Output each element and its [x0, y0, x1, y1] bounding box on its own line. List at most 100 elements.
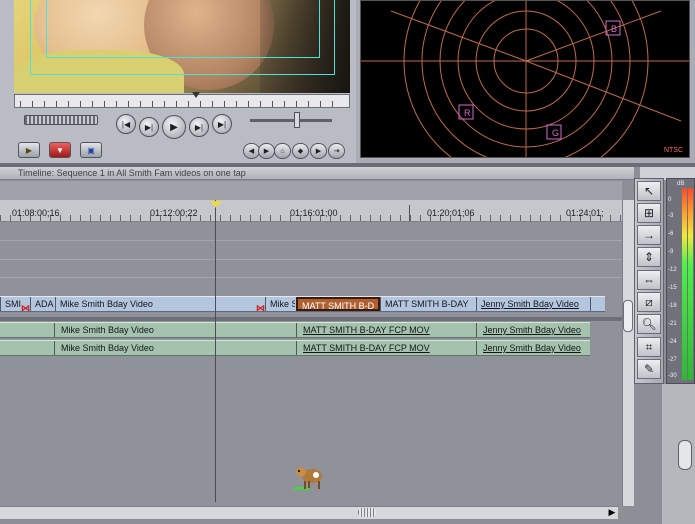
track-divider: [0, 277, 622, 278]
clip-label: MATT SMITH B-DAY FCP MOV: [303, 343, 430, 353]
clip-label: Jenny Smith Bday Video: [481, 299, 579, 309]
clip-label: Mike Smith Bday Video: [61, 343, 154, 353]
selection-tool[interactable]: ↖: [637, 181, 661, 201]
track-select-tool[interactable]: ⊞: [637, 203, 661, 223]
timeline-horizontal-scrollbar[interactable]: [0, 506, 618, 519]
scope-target-b: B: [611, 24, 617, 34]
audio-clip[interactable]: MATT SMITH B-DAY FCP MOV: [296, 341, 476, 355]
horizontal-scroll-thumb[interactable]: [358, 508, 376, 517]
insert-icon: ⇥: [333, 148, 340, 155]
mark-clip-button[interactable]: ▶: [18, 142, 40, 158]
track-forward-icon: →: [643, 228, 655, 242]
timecode-4: 01:20:01;06: [427, 208, 475, 218]
video-clip[interactable]: SMI: [0, 297, 22, 311]
overlay-button[interactable]: ▣: [80, 142, 102, 158]
play-in-out-button[interactable]: ▶|: [139, 117, 159, 137]
video-clip[interactable]: MATT SMITH B-DAY: [380, 297, 476, 311]
timeline-playhead[interactable]: [210, 201, 222, 208]
slip-icon: ⇔: [643, 273, 655, 287]
pen-icon: ✎: [643, 362, 655, 376]
play-in-out-icon: ▶|: [144, 122, 154, 132]
ripple-edit-tool[interactable]: ⇕: [637, 247, 661, 267]
crop-tool[interactable]: ⌗: [637, 337, 661, 357]
video-track[interactable]: SMI ⋈ ADA Mike Smith Bday Video ⋈ Mike S…: [0, 296, 605, 313]
meter-scale-18: -18: [668, 303, 677, 309]
transition-icon: ⋈: [256, 303, 265, 313]
timeline-vertical-scrollbar[interactable]: [622, 200, 634, 506]
scope-target-r: R: [464, 108, 471, 118]
audio-clip[interactable]: Jenny Smith Bday Video: [476, 323, 590, 337]
vectorscope: B R G NTSC: [360, 0, 690, 158]
meter-bar-left: [682, 188, 687, 380]
meter-scale-0: 0: [668, 197, 672, 203]
shuttle-control[interactable]: [24, 115, 98, 125]
crop-icon: ⌗: [645, 339, 653, 354]
video-clip[interactable]: Mike S: [265, 297, 295, 311]
play-around-icon: ▶|: [194, 122, 204, 132]
pen-tool[interactable]: ✎: [637, 359, 661, 379]
audio-track-2[interactable]: Mike Smith Bday Video MATT SMITH B-DAY F…: [0, 340, 590, 356]
prev-edit-icon: |◀: [121, 119, 131, 129]
roll-edit-tool[interactable]: →: [637, 225, 661, 245]
scroll-right-arrow[interactable]: ▶: [606, 507, 618, 518]
razor-tool[interactable]: ⧄: [637, 292, 661, 312]
meter-scale-27: -27: [668, 357, 677, 363]
clip-label: ADA: [35, 299, 54, 309]
mark-clip-icon: ▶: [25, 145, 33, 155]
marker-nav-button[interactable]: ◆: [292, 143, 309, 159]
meter-scale-9: -9: [668, 249, 674, 255]
audio-clip[interactable]: Mike Smith Bday Video: [54, 341, 296, 355]
zoom-tool[interactable]: 🔍︎: [637, 314, 661, 334]
next-edit-button[interactable]: ▶|: [212, 114, 232, 134]
add-marker-button[interactable]: ▼: [49, 142, 71, 158]
render-status-icon: [294, 467, 322, 490]
match-frame-button[interactable]: ⌂: [274, 143, 291, 159]
video-clip[interactable]: Jenny Smith Bday Video: [476, 297, 590, 311]
vectorscope-graticule: B R G: [361, 1, 689, 157]
audio-track-1[interactable]: Mike Smith Bday Video MATT SMITH B-DAY F…: [0, 322, 590, 338]
timecode-5: 01:24:01;: [566, 208, 604, 218]
video-clip-selected[interactable]: MATT SMITH B-D: [296, 297, 380, 311]
audio-clip[interactable]: MATT SMITH B-DAY FCP MOV: [296, 323, 476, 337]
jog-track: [250, 119, 332, 122]
next-edit-icon: ▶|: [217, 119, 227, 129]
meter-scale-30: -30: [668, 373, 677, 379]
match-frame-icon: ⌂: [280, 147, 285, 155]
ripple-icon: ⇕: [643, 250, 655, 264]
audio-clip[interactable]: Mike Smith Bday Video: [54, 323, 296, 337]
clip-label: MATT SMITH B-D: [302, 301, 375, 311]
vertical-scroll-thumb[interactable]: [623, 300, 633, 332]
video-clip[interactable]: ADA: [30, 297, 54, 311]
play-button[interactable]: ▶: [162, 115, 186, 139]
video-clip[interactable]: Mike Smith Bday Video: [55, 297, 257, 311]
jog-control[interactable]: [294, 112, 300, 128]
audio-clip[interactable]: Jenny Smith Bday Video: [476, 341, 590, 355]
transition-marker[interactable]: ⋈: [256, 298, 265, 316]
prev-edit-button[interactable]: |◀: [116, 114, 136, 134]
timeline-title: Timeline: Sequence 1 in All Smith Fam vi…: [18, 168, 246, 178]
meter-scale-24: -24: [668, 339, 677, 345]
clip-label: MATT SMITH B-DAY FCP MOV: [303, 325, 430, 335]
scope-standard-label: NTSC: [663, 147, 683, 154]
arrow-icon: ↖: [643, 184, 655, 198]
next-marker-icon: ▶: [315, 148, 322, 155]
insert-button[interactable]: ⇥: [328, 143, 345, 159]
audio-clip[interactable]: [0, 341, 54, 355]
audio-clip[interactable]: [0, 323, 54, 337]
marker-icon: ▼: [56, 145, 64, 155]
viewer-playhead[interactable]: [192, 92, 200, 98]
next-marker-button[interactable]: ▶: [310, 143, 327, 159]
mark-out-button[interactable]: ▶: [258, 143, 275, 159]
transition-marker[interactable]: ⋈: [21, 298, 30, 316]
slip-tool[interactable]: ⇔: [637, 270, 661, 290]
clip-label: Mike Smith Bday Video: [61, 325, 154, 335]
track-separator: [0, 317, 622, 321]
mark-out-icon: ▶: [263, 148, 270, 155]
side-scroll-thumb[interactable]: [678, 440, 692, 470]
clip-label: MATT SMITH B-DAY: [385, 299, 469, 309]
video-clip[interactable]: [590, 297, 605, 311]
clip-label: Jenny Smith Bday Video: [483, 325, 581, 335]
track-divider: [0, 240, 622, 241]
play-around-button[interactable]: ▶|: [189, 117, 209, 137]
meter-scale-3: -3: [668, 213, 674, 219]
